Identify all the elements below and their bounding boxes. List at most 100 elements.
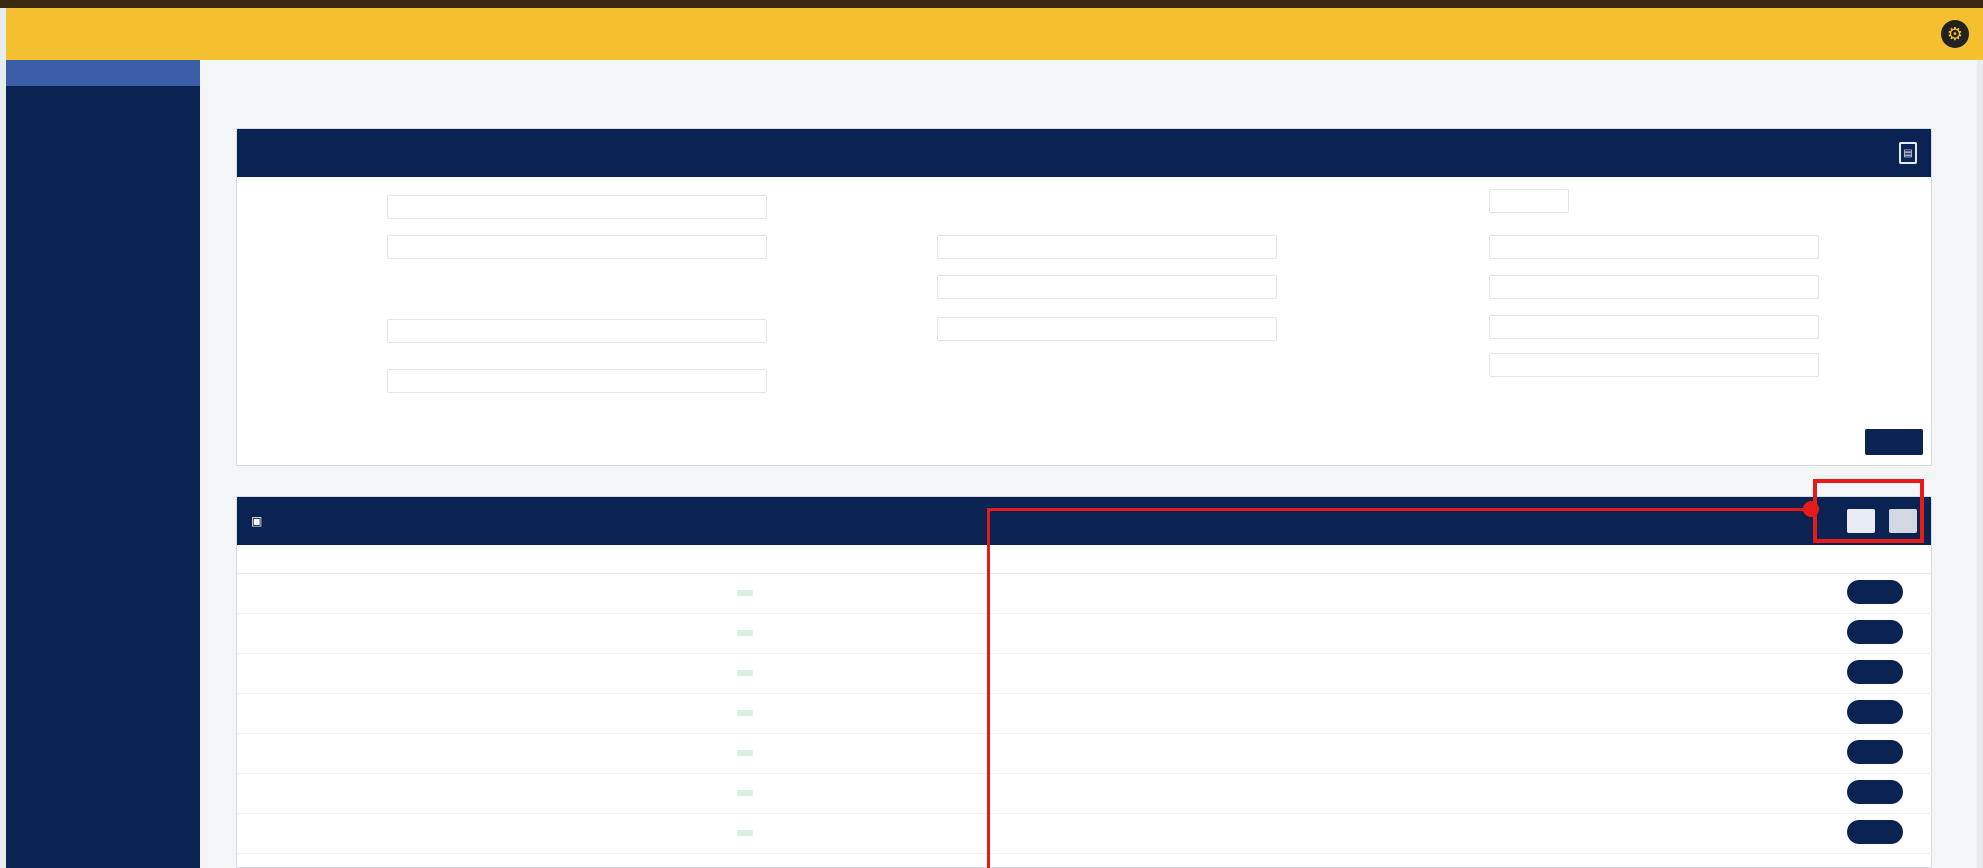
sidebar-item-2[interactable] (6, 86, 200, 126)
filter-panel: ▤ (236, 128, 1932, 466)
sidebar-item-3[interactable] (6, 126, 200, 166)
column-header[interactable] (1377, 545, 1497, 574)
filter-input[interactable] (937, 275, 1277, 299)
sidebar-item-7[interactable] (6, 290, 200, 330)
table-cell (237, 733, 357, 774)
filter-input[interactable] (937, 235, 1277, 259)
table-cell (727, 733, 847, 774)
filter-input[interactable] (387, 369, 767, 393)
table-cell (847, 653, 957, 694)
search-button[interactable] (1865, 429, 1923, 455)
column-header[interactable] (1097, 545, 1217, 574)
results-title-group: ▣ (251, 514, 270, 528)
column-header[interactable] (1837, 545, 1933, 574)
table-cell (1497, 613, 1627, 654)
sidebar-item-1[interactable] (6, 60, 200, 86)
main-content: ▤ ▣ (200, 60, 1977, 868)
column-header[interactable] (847, 545, 957, 574)
status-badge (737, 749, 753, 756)
table-cell (1377, 813, 1497, 854)
table-cell (957, 813, 1097, 854)
table-row[interactable] (237, 773, 1933, 814)
table-cell (1737, 653, 1837, 694)
table-cell (1097, 693, 1217, 734)
table-cell (1097, 613, 1217, 654)
highlight-box (1813, 479, 1924, 543)
table-cell (847, 573, 957, 614)
row-action-button[interactable] (1847, 659, 1903, 684)
row-action-button[interactable] (1847, 579, 1903, 604)
column-header[interactable] (1627, 545, 1737, 574)
row-action-button[interactable] (1847, 619, 1903, 644)
table-row[interactable] (237, 693, 1933, 734)
table-row[interactable] (237, 573, 1933, 614)
column-header[interactable] (1737, 545, 1837, 574)
row-action-button[interactable] (1847, 779, 1903, 804)
status-badge (737, 789, 753, 796)
table-cell (1217, 733, 1377, 774)
table-row[interactable] (237, 733, 1933, 774)
results-table (237, 545, 1933, 854)
table-cell (727, 613, 847, 654)
status-badge (737, 589, 753, 596)
sidebar-item-8[interactable] (6, 330, 200, 370)
gear-icon[interactable]: ⚙ (1941, 20, 1969, 48)
filter-panel-header: ▤ (237, 129, 1931, 177)
table-cell (1737, 733, 1837, 774)
column-header[interactable] (597, 545, 727, 574)
filter-input[interactable] (937, 317, 1277, 341)
sidebar (6, 60, 200, 868)
table-cell (357, 813, 597, 854)
table-cell (237, 573, 357, 614)
table-cell (237, 693, 357, 734)
table-cell (1627, 733, 1737, 774)
table-cell (1217, 773, 1377, 814)
sidebar-item-4[interactable] (6, 166, 200, 206)
table-cell (727, 573, 847, 614)
table-cell (1377, 613, 1497, 654)
column-header[interactable] (957, 545, 1097, 574)
column-header[interactable] (1217, 545, 1377, 574)
table-cell (357, 573, 597, 614)
filter-input[interactable] (387, 319, 767, 343)
sidebar-item-5[interactable] (6, 206, 200, 246)
filter-input[interactable] (1489, 235, 1819, 259)
filter-input[interactable] (1489, 353, 1819, 377)
table-cell (1737, 773, 1837, 814)
table-cell (1097, 573, 1217, 614)
table-row[interactable] (237, 813, 1933, 854)
filter-input[interactable] (1489, 275, 1819, 299)
highlight-connector (987, 508, 1813, 511)
table-cell (1497, 573, 1627, 614)
column-header[interactable] (357, 545, 597, 574)
filter-input[interactable] (1489, 189, 1569, 213)
column-header[interactable] (237, 545, 357, 574)
column-header[interactable] (727, 545, 847, 574)
row-action-button[interactable] (1847, 699, 1903, 724)
column-header[interactable] (1497, 545, 1627, 574)
table-cell (357, 653, 597, 694)
table-cell (597, 813, 727, 854)
table-row[interactable] (237, 613, 1933, 654)
table-cell (1627, 693, 1737, 734)
filter-input[interactable] (1489, 315, 1819, 339)
table-cell (357, 613, 597, 654)
table-cell (357, 773, 597, 814)
table-cell (237, 653, 357, 694)
results-panel: ▣ (236, 496, 1933, 868)
collapse-icon[interactable]: ▤ (1899, 142, 1917, 164)
row-action-button[interactable] (1847, 739, 1903, 764)
table-cell (597, 733, 727, 774)
filter-input[interactable] (387, 235, 767, 259)
sidebar-item-6[interactable] (6, 246, 200, 290)
table-cell (1097, 773, 1217, 814)
filter-input[interactable] (387, 195, 767, 219)
table-cell (1627, 773, 1737, 814)
table-cell (1097, 733, 1217, 774)
table-row[interactable] (237, 653, 1933, 694)
table-cell (1627, 653, 1737, 694)
results-panel-header: ▣ (237, 497, 1931, 545)
window-frame (0, 0, 1983, 8)
table-cell (597, 773, 727, 814)
row-action-button[interactable] (1847, 819, 1903, 844)
